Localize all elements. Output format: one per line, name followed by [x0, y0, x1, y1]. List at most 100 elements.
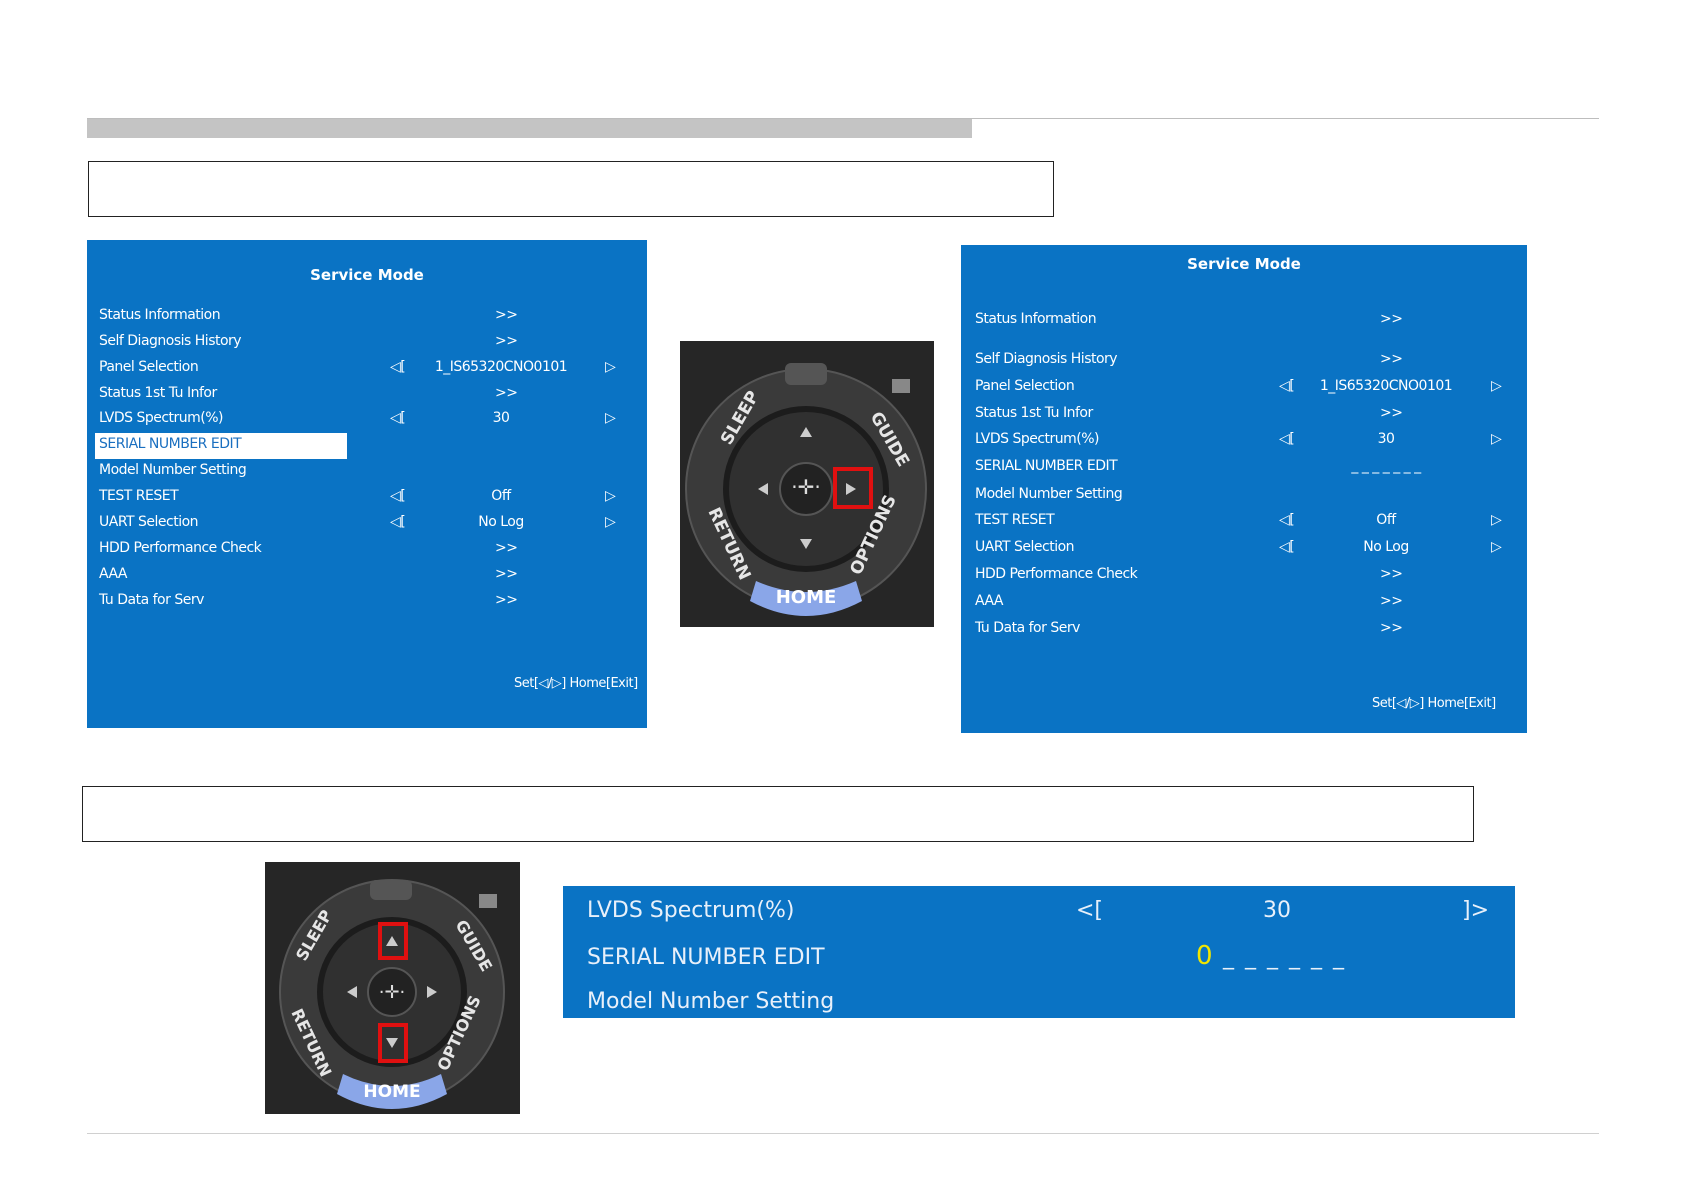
menu-item-label: SERIAL NUMBER EDIT — [99, 436, 242, 452]
decrease-arrow[interactable]: ◁[ — [1279, 512, 1295, 528]
menu-item[interactable]: Model Number Setting — [87, 459, 647, 483]
zoom-row-lvds: LVDS Spectrum(%) <[ 30 ]> — [587, 898, 1490, 923]
menu-item-value: 1_IS65320CNO0101 — [1319, 378, 1453, 394]
menu-item[interactable]: Panel Selection ◁[1_IS65320CNO0101 ▷ — [87, 356, 647, 380]
increase-arrow[interactable]: ▷ — [1491, 539, 1502, 555]
increase-arrow[interactable]: ▷ — [1491, 378, 1502, 394]
menu-item[interactable]: Tu Data for Serv >> — [87, 589, 647, 613]
menu-item[interactable]: Status 1st Tu Infor >> — [961, 402, 1527, 426]
menu-item[interactable]: Self Diagnosis History >> — [87, 330, 647, 354]
menu-item-value: _ _ _ _ _ _ _ — [1351, 458, 1421, 474]
menu-item-value: >> — [1380, 405, 1403, 421]
decrease-arrow[interactable]: ◁[ — [1279, 539, 1295, 555]
panel-title: Service Mode — [1187, 255, 1301, 273]
menu-item-value: 30 — [1377, 431, 1395, 447]
increase-arrow[interactable]: ▷ — [1491, 431, 1502, 447]
menu-item[interactable]: HDD Performance Check >> — [87, 537, 647, 561]
home-label: HOME — [363, 1082, 420, 1102]
menu-item[interactable]: Status 1st Tu Infor >> — [87, 382, 647, 406]
menu-item[interactable]: SERIAL NUMBER EDIT — [87, 433, 647, 459]
increase-arrow[interactable]: ▷ — [605, 514, 616, 530]
increase-arrow[interactable]: ▷ — [605, 359, 616, 375]
menu-item-value: >> — [1380, 351, 1403, 367]
menu-item[interactable]: Model Number Setting — [961, 483, 1527, 507]
menu-item-label: UART Selection — [99, 514, 199, 530]
menu-item-label: Status Information — [975, 311, 1097, 327]
remote-dpad-illustration: ·✛· HOME SLEEP GUIDE RETURN OPTIONS — [680, 341, 934, 627]
menu-item[interactable]: Panel Selection ◁[ 1_IS65320CNO0101 ▷ — [961, 375, 1527, 399]
menu-item-label: HDD Performance Check — [99, 540, 262, 556]
decrease-arrow[interactable]: ◁[ — [390, 410, 406, 426]
decrease-arrow[interactable]: ◁[ — [1279, 431, 1295, 447]
menu-item[interactable]: HDD Performance Check >> — [961, 563, 1527, 587]
menu-item-label: AAA — [975, 593, 1004, 609]
menu-item-value: >> — [495, 566, 518, 582]
menu-item-label: Panel Selection — [975, 378, 1075, 394]
menu-item-label: Status 1st Tu Infor — [99, 385, 217, 401]
menu-item-value: >> — [495, 307, 518, 323]
header-bar — [87, 119, 972, 138]
menu-item[interactable]: UART Selection ◁[ No Log ▷ — [87, 511, 647, 535]
step-caption-top — [88, 161, 1054, 217]
menu-item[interactable]: LVDS Spectrum(%) ◁[ 30 ▷ — [961, 428, 1527, 452]
svg-text:·✛·: ·✛· — [379, 982, 406, 1003]
remote-control-image-right-press: ·✛· HOME SLEEP GUIDE RETURN OPTIONS — [680, 341, 934, 627]
menu-item-value: >> — [495, 333, 518, 349]
menu-item[interactable]: LVDS Spectrum(%) ◁[ 30 ▷ — [87, 407, 647, 431]
menu-item-label: LVDS Spectrum(%) — [975, 431, 1100, 447]
menu-item[interactable]: TEST RESET ◁[ Off ▷ — [87, 485, 647, 509]
menu-item-label: HDD Performance Check — [975, 566, 1138, 582]
menu-item[interactable]: AAA >> — [961, 590, 1527, 614]
menu-item[interactable]: Status Information >> — [961, 308, 1527, 332]
menu-item-label: UART Selection — [975, 539, 1075, 555]
decrease-arrow[interactable]: ◁[ — [390, 488, 406, 504]
menu-item-label: Tu Data for Serv — [99, 592, 204, 608]
menu-item[interactable]: Tu Data for Serv >> — [961, 617, 1527, 641]
remote-dpad-illustration: ·✛· HOME SLEEP GUIDE RETURN OPTIONS — [265, 862, 520, 1114]
menu-item-label: Self Diagnosis History — [99, 333, 242, 349]
panel-title: Service Mode — [310, 266, 424, 284]
remote-control-image-updown-press: ·✛· HOME SLEEP GUIDE RETURN OPTIONS — [265, 862, 520, 1114]
menu-item-label: TEST RESET — [99, 488, 179, 504]
increase-arrow[interactable]: ▷ — [605, 410, 616, 426]
menu-item-value: >> — [1380, 620, 1403, 636]
footer-rule — [87, 1133, 1599, 1134]
menu-item[interactable]: AAA >> — [87, 563, 647, 587]
decrease-arrow[interactable]: ◁[ — [390, 359, 406, 375]
menu-item-value: Off — [1376, 512, 1396, 528]
menu-item-label: Model Number Setting — [99, 462, 247, 478]
menu-item-value: >> — [495, 592, 518, 608]
menu-item-label: LVDS Spectrum(%) — [99, 410, 224, 426]
decrease-arrow[interactable]: ◁[ — [1279, 378, 1295, 394]
menu-item-label: Panel Selection — [99, 359, 199, 375]
menu-item[interactable]: UART Selection ◁[No Log ▷ — [961, 536, 1527, 560]
menu-item-value: 30 — [492, 410, 510, 426]
menu-item-value: >> — [1380, 593, 1403, 609]
decrease-arrow[interactable]: ◁[ — [390, 514, 406, 530]
service-mode-panel-right: Service Mode Status Information >> Self Di… — [961, 245, 1527, 733]
menu-item[interactable]: Self Diagnosis History >> — [961, 348, 1527, 372]
menu-item-label: Tu Data for Serv — [975, 620, 1080, 636]
menu-item-label: Self Diagnosis History — [975, 351, 1118, 367]
menu-item-value: >> — [495, 385, 518, 401]
menu-item[interactable]: TEST RESET ◁[ Off ▷ — [961, 509, 1527, 533]
menu-item-value: No Log — [478, 514, 524, 530]
menu-item-label: Model Number Setting — [975, 486, 1123, 502]
step-caption-bottom — [82, 786, 1474, 842]
zoom-row-model: Model Number Setting — [587, 989, 835, 1014]
increase-arrow[interactable]: ▷ — [605, 488, 616, 504]
menu-item-value: >> — [1380, 566, 1403, 582]
menu-item[interactable]: Status Information >> — [87, 304, 647, 328]
service-mode-panel-left: Service Mode Status Information >> Self Di… — [87, 240, 647, 728]
menu-item[interactable]: SERIAL NUMBER EDIT _ _ _ _ _ _ _ — [961, 455, 1527, 479]
menu-item-value: >> — [1380, 311, 1403, 327]
increase-arrow[interactable]: ▷ — [1491, 512, 1502, 528]
menu-item-value: >> — [495, 540, 518, 556]
menu-item-label: TEST RESET — [975, 512, 1055, 528]
panel-footer-hint: Set[◁/▷] Home[Exit] — [1372, 696, 1496, 711]
serial-placeholder: _ _ _ _ _ _ — [1223, 945, 1346, 970]
serial-digit-cursor[interactable]: 0 — [1196, 941, 1213, 971]
menu-item-label: Status Information — [99, 307, 221, 323]
zoom-row-serial: SERIAL NUMBER EDIT 0 _ _ _ _ _ _ — [587, 941, 1346, 971]
menu-item-value: Off — [491, 488, 511, 504]
